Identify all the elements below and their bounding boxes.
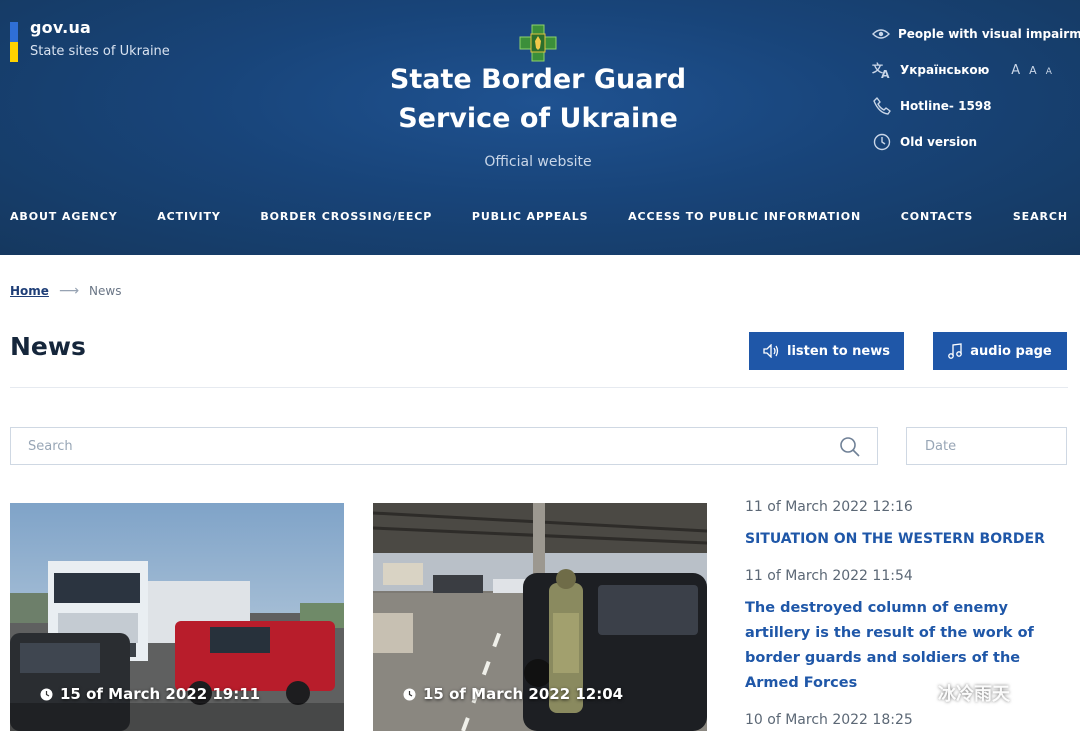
- news-title-link[interactable]: SITUATION ON THE WESTERN BORDER: [745, 527, 1070, 552]
- news-date: 10 of March 2022 18:25: [745, 712, 913, 728]
- font-size-large-button[interactable]: A: [1011, 63, 1020, 78]
- gov-portal-subtitle: State sites of Ukraine: [30, 44, 170, 59]
- svg-text:A: A: [881, 68, 890, 79]
- card-date: 15 of March 2022 19:11: [40, 685, 260, 703]
- old-version-link[interactable]: Old version: [872, 132, 1072, 152]
- site-subtitle: Official website: [484, 154, 592, 170]
- breadcrumb-current: News: [89, 284, 122, 298]
- list-item: 10 of March 2022 18:25: [745, 712, 1070, 728]
- list-item: 11 of March 2022 11:54 The destroyed col…: [745, 568, 1070, 696]
- breadcrumb: Home ⟶ News: [10, 283, 121, 299]
- news-card[interactable]: 15 of March 2022 19:11: [10, 503, 344, 731]
- audio-page-button[interactable]: audio page: [933, 332, 1067, 370]
- clock-icon: [40, 688, 53, 700]
- site-header: gov.ua State sites of Ukraine State Bord…: [0, 0, 1080, 255]
- gov-portal-link[interactable]: gov.ua: [30, 18, 91, 37]
- font-size-small-button[interactable]: A: [1046, 67, 1052, 77]
- font-size-controls: A A A: [1011, 63, 1052, 78]
- date-input[interactable]: [907, 428, 1066, 464]
- hotline-link[interactable]: Hotline- 1598: [872, 96, 1072, 116]
- header-tools: People with visual impairment 文A Українс…: [872, 24, 1080, 168]
- speaker-icon: [763, 344, 779, 358]
- language-row: 文A Українською A A A: [872, 60, 1072, 80]
- search-box: [10, 427, 878, 465]
- list-item: 11 of March 2022 12:16 SITUATION ON THE …: [745, 499, 1070, 552]
- date-filter: [906, 427, 1067, 465]
- font-size-medium-button[interactable]: A: [1029, 64, 1037, 77]
- history-clock-icon: [872, 132, 892, 152]
- nav-about-agency[interactable]: ABOUT AGENCY: [10, 210, 118, 223]
- search-icon[interactable]: [839, 436, 861, 458]
- nav-search[interactable]: SEARCH: [1013, 210, 1068, 223]
- nav-activity[interactable]: ACTIVITY: [157, 210, 220, 223]
- eye-icon: [872, 24, 890, 44]
- translate-icon: 文A: [872, 60, 892, 80]
- border-guard-emblem-icon[interactable]: [518, 24, 558, 62]
- watermark: 冰冷雨天: [896, 680, 1010, 706]
- gov-flag-mark: [10, 22, 18, 62]
- news-card[interactable]: 15 of March 2022 12:04: [373, 503, 707, 731]
- wechat-icon: [896, 680, 929, 705]
- page-title: News: [10, 332, 86, 361]
- nav-border-crossing[interactable]: BORDER CROSSING/EECP: [260, 210, 432, 223]
- main-navigation: ABOUT AGENCY ACTIVITY BORDER CROSSING/EE…: [10, 210, 1068, 223]
- site-title: State Border Guard Service of Ukraine: [389, 64, 687, 134]
- phone-icon: [872, 96, 892, 116]
- nav-contacts[interactable]: CONTACTS: [901, 210, 974, 223]
- clock-icon: [403, 688, 416, 700]
- news-date: 11 of March 2022 11:54: [745, 568, 913, 584]
- nav-public-information[interactable]: ACCESS TO PUBLIC INFORMATION: [628, 210, 861, 223]
- section-divider: [10, 387, 1068, 388]
- language-switch-link[interactable]: Українською: [900, 63, 989, 77]
- card-date: 15 of March 2022 12:04: [403, 685, 623, 703]
- music-note-icon: [948, 343, 963, 359]
- news-date: 11 of March 2022 12:16: [745, 499, 913, 515]
- arrow-right-icon: ⟶: [58, 283, 80, 299]
- visual-impairment-link[interactable]: People with visual impairment: [872, 24, 1080, 44]
- nav-public-appeals[interactable]: PUBLIC APPEALS: [472, 210, 589, 223]
- search-input[interactable]: [11, 428, 831, 464]
- breadcrumb-home-link[interactable]: Home: [10, 284, 49, 298]
- listen-to-news-button[interactable]: listen to news: [749, 332, 904, 370]
